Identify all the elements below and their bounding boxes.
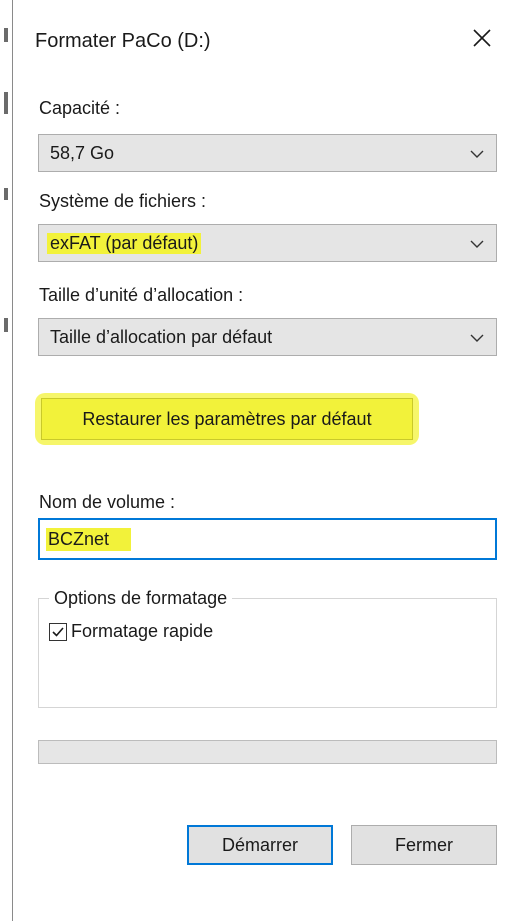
chevron-down-icon (470, 150, 484, 158)
format-options-title: Options de formatage (49, 588, 233, 609)
format-progress-bar (38, 740, 497, 764)
volume-name-input[interactable]: BCZnet (38, 518, 497, 560)
capacity-value: 58,7 Go (50, 143, 115, 163)
volume-label: Nom de volume : (39, 492, 176, 512)
restore-defaults-button[interactable]: Restaurer les paramètres par défaut (41, 398, 413, 440)
close-button[interactable] (462, 18, 502, 58)
format-options-group (38, 598, 497, 708)
quick-format-label: Formatage rapide (71, 621, 214, 641)
format-dialog: Formater PaCo (D:) Capacité : 58,7 Go Sy… (12, 0, 508, 921)
volume-name-value: BCZnet (46, 528, 132, 551)
capacity-select[interactable]: 58,7 Go (38, 134, 497, 172)
checkmark-icon (52, 626, 64, 637)
quick-format-checkbox[interactable] (49, 622, 67, 641)
allocation-select[interactable]: Taille d’allocation par défaut (38, 318, 497, 356)
filesystem-label: Système de fichiers : (39, 191, 207, 211)
allocation-label: Taille d’unité d’allocation : (39, 285, 244, 305)
close-icon (473, 29, 491, 47)
title-bar: Formater PaCo (D:) (13, 0, 508, 86)
allocation-value: Taille d’allocation par défaut (50, 327, 273, 347)
filesystem-select[interactable]: exFAT (par défaut) (38, 224, 497, 262)
screen: Formater PaCo (D:) Capacité : 58,7 Go Sy… (0, 0, 508, 921)
start-button[interactable]: Démarrer (187, 825, 333, 865)
chevron-down-icon (470, 334, 484, 342)
window-title: Formater PaCo (D:) (35, 30, 211, 52)
filesystem-value: exFAT (par défaut) (47, 233, 202, 254)
background-window-edge (0, 0, 12, 921)
close-dialog-button[interactable]: Fermer (351, 825, 497, 865)
quick-format-option[interactable]: Formatage rapide (49, 621, 213, 642)
capacity-label: Capacité : (39, 98, 121, 118)
chevron-down-icon (470, 240, 484, 248)
